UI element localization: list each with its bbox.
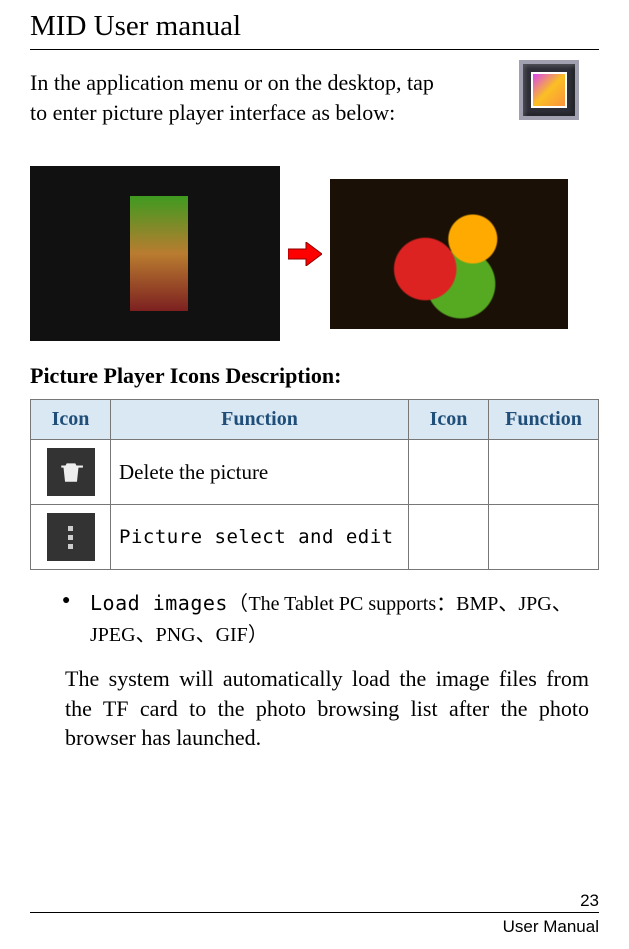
screenshots-row	[30, 166, 599, 341]
gallery-icon-frame	[519, 60, 579, 120]
page-number: 23	[30, 891, 599, 911]
section-heading: Picture Player Icons Description:	[30, 363, 599, 389]
gallery-screenshot-2	[330, 179, 568, 329]
bullet-load-images: Load images（The Tablet PC supports：BMP、J…	[90, 588, 589, 650]
th-function: Function	[111, 400, 409, 440]
footer: 23 User Manual	[30, 891, 599, 937]
bullet-mid: The Tablet PC supports：	[248, 593, 456, 615]
arrow-right-icon	[288, 242, 322, 266]
icon-table: Icon Function Icon Function Delete the p…	[30, 399, 599, 570]
cell-edit-icon	[31, 505, 111, 570]
gallery-icon-inner	[531, 72, 567, 108]
cell-empty	[489, 440, 599, 505]
footer-label: User Manual	[30, 917, 599, 937]
page-title: MID User manual	[30, 10, 599, 43]
bullet-prefix: Load images	[90, 591, 228, 615]
cell-delete-icon	[31, 440, 111, 505]
cell-empty	[409, 505, 489, 570]
bullet-paren-close: ）	[248, 622, 269, 646]
intro-text: In the application menu or on the deskto…	[30, 68, 480, 127]
body-paragraph: The system will automatically load the i…	[65, 664, 589, 753]
cell-empty	[489, 505, 599, 570]
bullet-paren-open: （	[228, 591, 249, 615]
cell-empty	[409, 440, 489, 505]
th-icon2: Icon	[409, 400, 489, 440]
th-icon: Icon	[31, 400, 111, 440]
gallery-screenshot-1	[30, 166, 280, 341]
intro-block: In the application menu or on the deskto…	[30, 68, 599, 138]
trash-icon	[47, 448, 95, 496]
title-rule	[30, 49, 599, 50]
footer-rule	[30, 912, 599, 913]
table-row: Picture select and edit	[31, 505, 599, 570]
table-row: Delete the picture	[31, 440, 599, 505]
gallery-app-icon	[519, 60, 579, 120]
more-dots-icon	[47, 513, 95, 561]
cell-edit-func: Picture select and edit	[111, 505, 409, 570]
cell-delete-func: Delete the picture	[111, 440, 409, 505]
table-header-row: Icon Function Icon Function	[31, 400, 599, 440]
intro-line2: to enter picture player interface as bel…	[30, 100, 395, 125]
th-function2: Function	[489, 400, 599, 440]
intro-line1: In the application menu or on the deskto…	[30, 70, 434, 95]
